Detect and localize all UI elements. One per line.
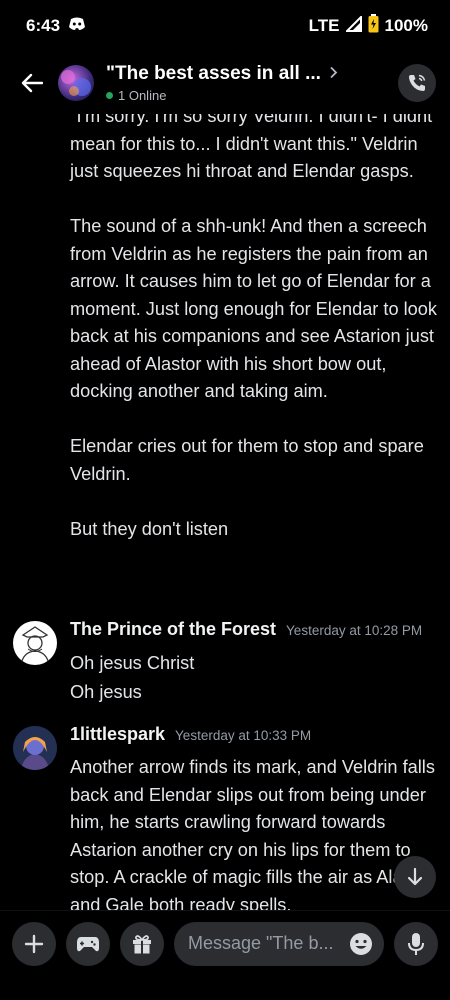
discord-notification-icon: [68, 16, 86, 36]
gift-button[interactable]: [120, 921, 164, 966]
group-avatar[interactable]: [58, 65, 94, 101]
voice-message-button[interactable]: [394, 921, 438, 966]
channel-info[interactable]: "The best asses in all ... 1 Online: [106, 63, 398, 103]
status-time: 6:43: [26, 16, 61, 35]
phone-icon: [409, 74, 426, 91]
arrow-left-icon: [21, 73, 43, 93]
chat-header: "The best asses in all ... 1 Online: [0, 52, 450, 114]
status-bar: 6:43 LTE 100%: [0, 0, 450, 52]
back-button[interactable]: [10, 61, 54, 105]
message-input[interactable]: Message "The b...: [174, 921, 384, 966]
online-status: 1 Online: [118, 88, 167, 103]
user-avatar[interactable]: [13, 621, 57, 665]
message-paragraph: "I'm sorry. I'm so sorry Veldrin. I didn…: [70, 114, 433, 181]
chevron-right-icon: [329, 66, 338, 83]
online-dot-icon: [106, 92, 113, 99]
composer-bar: Message "The b...: [0, 910, 450, 976]
battery-icon: [368, 14, 379, 38]
message-line: Another arrow finds its mark, and Veldri…: [70, 757, 435, 910]
username[interactable]: The Prince of the Forest: [70, 619, 276, 640]
message-continuation: "I'm sorry. I'm so sorry Veldrin. I didn…: [70, 114, 440, 571]
emoji-button[interactable]: [346, 929, 376, 959]
user-avatar[interactable]: [13, 726, 57, 770]
gift-icon: [133, 934, 151, 953]
microphone-icon: [408, 932, 424, 955]
network-label: LTE: [308, 16, 340, 35]
battery-percent: 100%: [384, 16, 428, 35]
message-paragraph: But they don't listen: [70, 518, 229, 539]
add-attachment-button[interactable]: [12, 921, 56, 966]
signal-icon: [344, 14, 362, 37]
message-paragraph: Elendar cries out for them to stop and s…: [70, 436, 424, 484]
timestamp: Yesterday at 10:28 PM: [286, 623, 423, 638]
activities-button[interactable]: [66, 921, 110, 966]
username[interactable]: 1littlespark: [70, 724, 165, 745]
scroll-to-bottom-button[interactable]: [394, 856, 436, 898]
message-paragraph: The sound of a shh-unk! And then a scree…: [70, 216, 438, 401]
timestamp: Yesterday at 10:33 PM: [175, 728, 312, 743]
smiley-icon: [350, 932, 372, 955]
channel-title: "The best asses in all ...: [106, 63, 321, 84]
call-button[interactable]: [398, 64, 436, 102]
message-line: Oh jesus Christ: [70, 653, 195, 673]
message-list[interactable]: "I'm sorry. I'm so sorry Veldrin. I didn…: [0, 114, 450, 910]
message-input-placeholder: Message "The b...: [188, 933, 334, 953]
arrow-down-icon: [407, 867, 423, 886]
plus-icon: [24, 934, 44, 953]
message-line: Oh jesus: [70, 682, 142, 702]
system-navigation-bar: [0, 976, 450, 1000]
gamepad-icon: [77, 936, 99, 951]
